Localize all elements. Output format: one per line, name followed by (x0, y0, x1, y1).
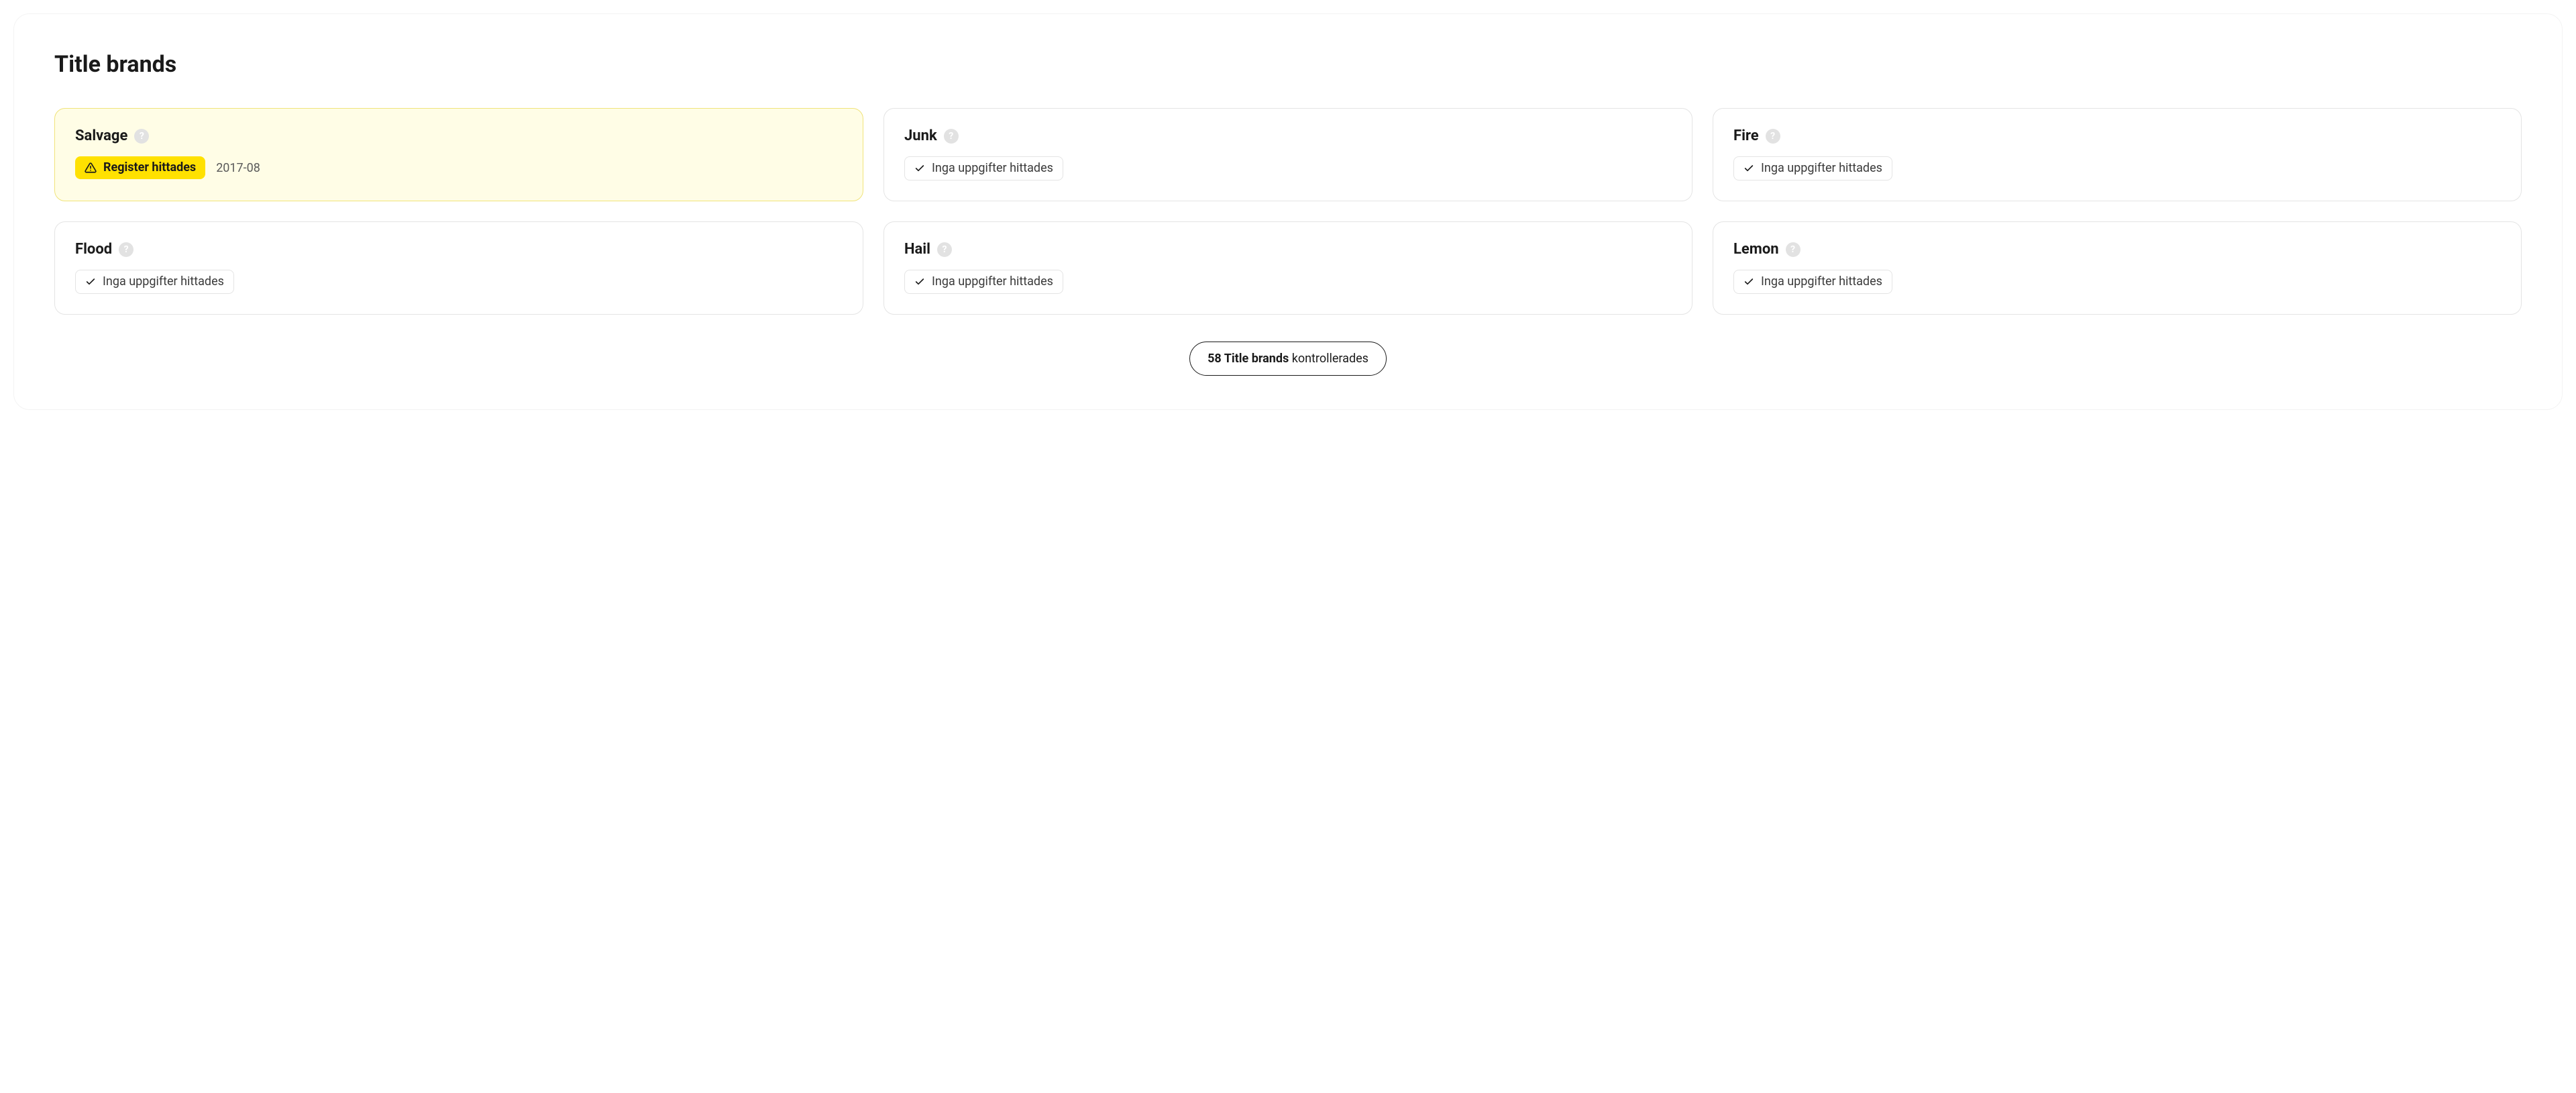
card-title: Salvage (75, 127, 127, 144)
status-row: Register hittades 2017-08 (75, 156, 843, 179)
help-icon[interactable]: ? (944, 129, 959, 144)
status-badge-found: Register hittades (75, 156, 205, 179)
summary-count: 58 (1208, 352, 1222, 366)
help-icon[interactable]: ? (134, 129, 149, 144)
status-date: 2017-08 (216, 161, 260, 175)
cards-grid: Salvage ? Register hittades 2017-08 (54, 108, 2522, 315)
status-label: Register hittades (103, 162, 196, 174)
help-icon[interactable]: ? (937, 242, 952, 257)
card-header: Flood ? (75, 241, 843, 258)
status-label: Inga uppgifter hittades (1761, 162, 1882, 174)
help-icon[interactable]: ? (1786, 242, 1801, 257)
brand-card-junk: Junk ? Inga uppgifter hittades (883, 108, 1693, 201)
warning-icon (85, 162, 97, 174)
card-header: Hail ? (904, 241, 1672, 258)
status-label: Inga uppgifter hittades (932, 276, 1053, 288)
help-icon[interactable]: ? (1766, 129, 1780, 144)
card-title: Flood (75, 241, 112, 258)
status-badge-none: Inga uppgifter hittades (904, 156, 1063, 180)
status-row: Inga uppgifter hittades (1733, 270, 2501, 294)
title-brands-panel: Title brands Salvage ? Register hitt (13, 13, 2563, 410)
brand-card-flood: Flood ? Inga uppgifter hittades (54, 221, 863, 315)
card-header: Salvage ? (75, 127, 843, 144)
card-title: Hail (904, 241, 930, 258)
status-badge-none: Inga uppgifter hittades (1733, 270, 1892, 294)
card-title: Fire (1733, 127, 1759, 144)
check-icon (1743, 163, 1754, 174)
brand-card-salvage: Salvage ? Register hittades 2017-08 (54, 108, 863, 201)
card-header: Junk ? (904, 127, 1672, 144)
summary-row: 58 Title brands kontrollerades (54, 342, 2522, 376)
summary-pill[interactable]: 58 Title brands kontrollerades (1189, 342, 1387, 376)
status-row: Inga uppgifter hittades (904, 156, 1672, 180)
status-row: Inga uppgifter hittades (75, 270, 843, 294)
status-row: Inga uppgifter hittades (904, 270, 1672, 294)
check-icon (914, 163, 925, 174)
help-icon[interactable]: ? (119, 242, 133, 257)
check-icon (1743, 276, 1754, 287)
status-badge-none: Inga uppgifter hittades (904, 270, 1063, 294)
status-badge-none: Inga uppgifter hittades (1733, 156, 1892, 180)
status-label: Inga uppgifter hittades (932, 162, 1053, 174)
status-label: Inga uppgifter hittades (1761, 276, 1882, 288)
card-header: Lemon ? (1733, 241, 2501, 258)
panel-title: Title brands (54, 51, 2522, 78)
card-title: Junk (904, 127, 937, 144)
brand-card-lemon: Lemon ? Inga uppgifter hittades (1713, 221, 2522, 315)
card-header: Fire ? (1733, 127, 2501, 144)
summary-tail: kontrollerades (1292, 352, 1368, 366)
summary-label-suffix: Title brands (1224, 352, 1289, 366)
status-row: Inga uppgifter hittades (1733, 156, 2501, 180)
status-label: Inga uppgifter hittades (103, 276, 224, 288)
card-title: Lemon (1733, 241, 1779, 258)
brand-card-hail: Hail ? Inga uppgifter hittades (883, 221, 1693, 315)
status-badge-none: Inga uppgifter hittades (75, 270, 234, 294)
check-icon (914, 276, 925, 287)
check-icon (85, 276, 96, 287)
brand-card-fire: Fire ? Inga uppgifter hittades (1713, 108, 2522, 201)
